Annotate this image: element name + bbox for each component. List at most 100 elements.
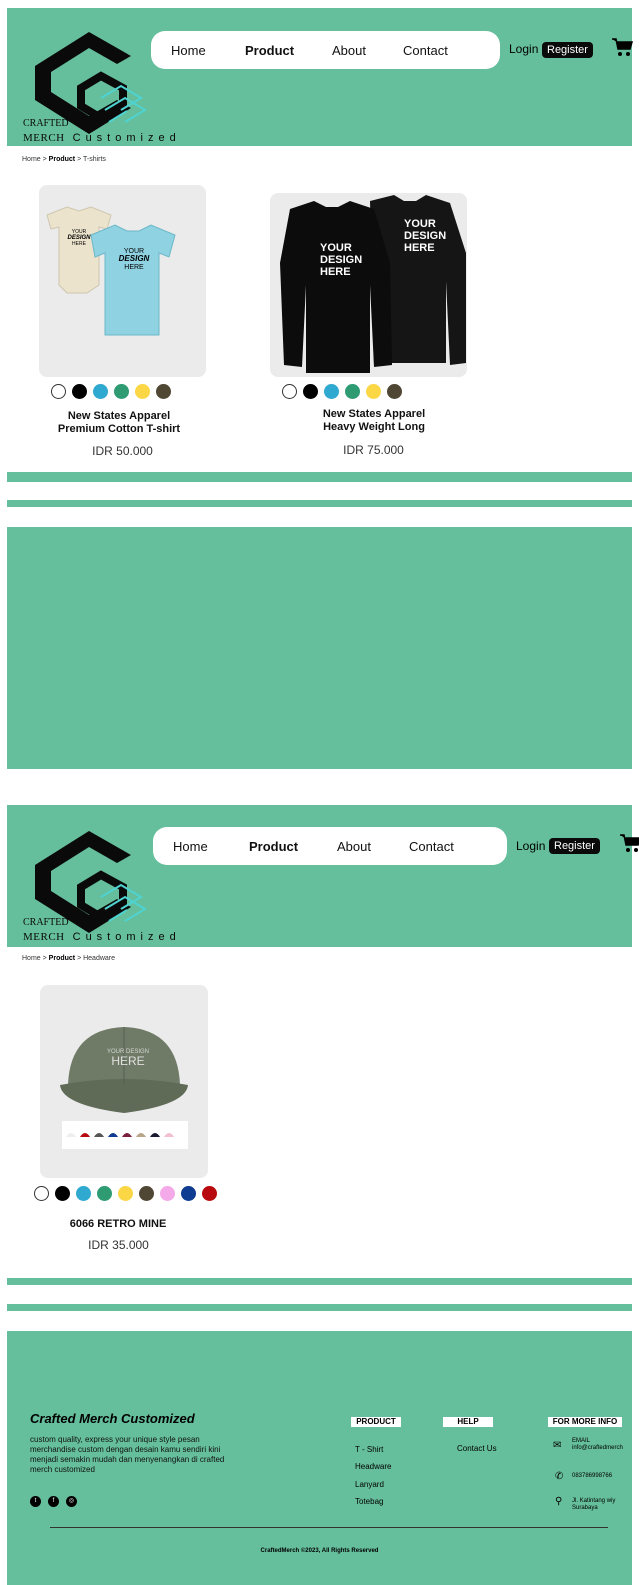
site-footer: Crafted Merch Customized custom quality,… bbox=[7, 1331, 632, 1585]
product-name-cap[interactable]: 6066 RETRO MINE bbox=[38, 1218, 198, 1231]
divider-stripe bbox=[7, 1278, 632, 1285]
swatch-yellow[interactable] bbox=[118, 1186, 133, 1201]
email-icon: ✉ bbox=[553, 1440, 562, 1451]
swatch-green[interactable] bbox=[97, 1186, 112, 1201]
register-button[interactable]: Register bbox=[542, 42, 593, 58]
product-image-tshirt[interactable]: YOUR DESIGN HERE YOUR DESIGN HERE bbox=[39, 185, 206, 377]
longsleeve-back-text-2: DESIGN bbox=[404, 230, 446, 242]
nav-home[interactable]: Home bbox=[171, 43, 206, 58]
swatch-white[interactable] bbox=[282, 384, 297, 399]
divider-stripe bbox=[7, 472, 632, 482]
product-price-tshirt: IDR 50.000 bbox=[92, 444, 153, 458]
page: CRAFTED MERCH Customized Home Product Abo… bbox=[0, 0, 639, 1585]
swatch-black[interactable] bbox=[55, 1186, 70, 1201]
main-nav: Home Product About Contact bbox=[151, 31, 500, 69]
swatch-pink[interactable] bbox=[160, 1186, 175, 1201]
login-link[interactable]: Login bbox=[516, 839, 545, 853]
logo-text-merch: MERCH Customized bbox=[23, 132, 181, 144]
footer-email-label: EMAIL bbox=[572, 1438, 591, 1444]
facebook-icon[interactable]: f bbox=[48, 1496, 59, 1507]
product-name-line2: Heavy Weight Long bbox=[323, 421, 425, 433]
swatch-green[interactable] bbox=[114, 384, 129, 399]
product-name-longsleeve[interactable]: New States Apparel Heavy Weight Long bbox=[294, 408, 454, 434]
swatch-navy[interactable] bbox=[181, 1186, 196, 1201]
divider-stripe bbox=[7, 500, 632, 507]
swatch-yellow[interactable] bbox=[366, 384, 381, 399]
nav-home[interactable]: Home bbox=[173, 839, 208, 854]
swatch-white[interactable] bbox=[34, 1186, 49, 1201]
product-name-line1: New States Apparel bbox=[322, 408, 426, 420]
product-image-cap[interactable]: YOUR DESIGN HERE bbox=[40, 985, 208, 1178]
footer-email[interactable]: EMAIL info@craftedmerch bbox=[572, 1438, 623, 1452]
color-swatches-longsleeve bbox=[282, 384, 402, 399]
longsleeve-back-text-1: YOUR bbox=[404, 218, 436, 230]
breadcrumb-home[interactable]: Home bbox=[22, 955, 41, 962]
location-pin-icon: ⚲ bbox=[555, 1496, 563, 1507]
breadcrumb-current: Headware bbox=[83, 955, 116, 962]
logo-text-merch-word: MERCH bbox=[23, 931, 65, 943]
phone-icon: ✆ bbox=[555, 1471, 564, 1482]
swatch-red[interactable] bbox=[202, 1186, 217, 1201]
cap-image: YOUR DESIGN HERE bbox=[60, 1027, 188, 1149]
logo-text-crafted: CRAFTED bbox=[23, 917, 69, 928]
breadcrumb-product[interactable]: Product bbox=[49, 156, 75, 163]
swatch-blue[interactable] bbox=[324, 384, 339, 399]
footer-email-value: info@craftedmerch bbox=[572, 1445, 623, 1451]
cart-icon[interactable] bbox=[611, 36, 633, 58]
swatch-black[interactable] bbox=[303, 384, 318, 399]
empty-banner-block bbox=[7, 527, 632, 769]
longsleeve-image: YOUR DESIGN HERE YOUR DESIGN HERE bbox=[280, 195, 466, 373]
instagram-icon[interactable]: ◎ bbox=[66, 1496, 77, 1507]
swatch-green[interactable] bbox=[345, 384, 360, 399]
login-link[interactable]: Login bbox=[509, 42, 538, 56]
swatch-blue[interactable] bbox=[93, 384, 108, 399]
nav-contact[interactable]: Contact bbox=[409, 839, 454, 854]
footer-phone[interactable]: 083786998766 bbox=[572, 1473, 612, 1480]
footer-link-totebag[interactable]: Totebag bbox=[355, 1497, 383, 1506]
color-swatches-cap bbox=[34, 1186, 217, 1201]
swatch-blue[interactable] bbox=[76, 1186, 91, 1201]
logo-text-customized: Customized bbox=[72, 931, 181, 943]
product-price-longsleeve: IDR 75.000 bbox=[343, 443, 404, 457]
swatch-brown[interactable] bbox=[139, 1186, 154, 1201]
footer-brand: Crafted Merch Customized bbox=[30, 1411, 195, 1426]
swatch-yellow[interactable] bbox=[135, 384, 150, 399]
product-name-line1: New States Apparel bbox=[67, 410, 171, 422]
tshirt-text-3: HERE bbox=[124, 264, 144, 271]
logo-text-customized: Customized bbox=[72, 132, 181, 144]
footer-help-heading: HELP bbox=[443, 1417, 493, 1427]
nav-product[interactable]: Product bbox=[249, 839, 298, 854]
footer-link-lanyard[interactable]: Lanyard bbox=[355, 1480, 384, 1489]
footer-link-headware[interactable]: Headware bbox=[355, 1462, 391, 1471]
longsleeve-back-text-3: HERE bbox=[404, 242, 435, 254]
swatch-black[interactable] bbox=[72, 384, 87, 399]
nav-about[interactable]: About bbox=[337, 839, 371, 854]
register-button[interactable]: Register bbox=[549, 838, 600, 854]
swatch-brown[interactable] bbox=[156, 384, 171, 399]
nav-contact[interactable]: Contact bbox=[403, 43, 448, 58]
color-swatches-tshirt bbox=[51, 384, 171, 399]
main-nav: Home Product About Contact bbox=[153, 827, 507, 865]
footer-address-line1: Jl. Katintang wiy bbox=[572, 1498, 616, 1504]
footer-link-contact-us[interactable]: Contact Us bbox=[457, 1444, 497, 1453]
breadcrumb-product[interactable]: Product bbox=[49, 955, 75, 962]
footer-description: custom quality, express your unique styl… bbox=[30, 1435, 225, 1474]
swatch-brown[interactable] bbox=[387, 384, 402, 399]
site-header: CRAFTED MERCH Customized Home Product Abo… bbox=[7, 805, 639, 947]
cart-icon[interactable] bbox=[619, 832, 639, 854]
product-name-tshirt[interactable]: New States Apparel Premium Cotton T-shir… bbox=[39, 410, 199, 436]
nav-about[interactable]: About bbox=[332, 43, 366, 58]
logo-text-merch-word: MERCH bbox=[23, 132, 65, 144]
swatch-white[interactable] bbox=[51, 384, 66, 399]
longsleeve-front-text-2: DESIGN bbox=[320, 254, 362, 266]
footer-link-tshirt[interactable]: T - Shirt bbox=[355, 1445, 383, 1454]
breadcrumb-home[interactable]: Home bbox=[22, 156, 41, 163]
twitter-icon[interactable]: t bbox=[30, 1496, 41, 1507]
site-header: CRAFTED MERCH Customized Home Product Abo… bbox=[7, 8, 633, 146]
logo-text-crafted: CRAFTED bbox=[23, 118, 69, 129]
footer-divider bbox=[50, 1527, 608, 1528]
page-margin bbox=[0, 0, 7, 1585]
nav-product[interactable]: Product bbox=[245, 43, 294, 58]
product-image-longsleeve[interactable]: YOUR DESIGN HERE YOUR DESIGN HERE bbox=[270, 193, 467, 377]
product-name-line2: Premium Cotton T-shirt bbox=[57, 423, 181, 435]
